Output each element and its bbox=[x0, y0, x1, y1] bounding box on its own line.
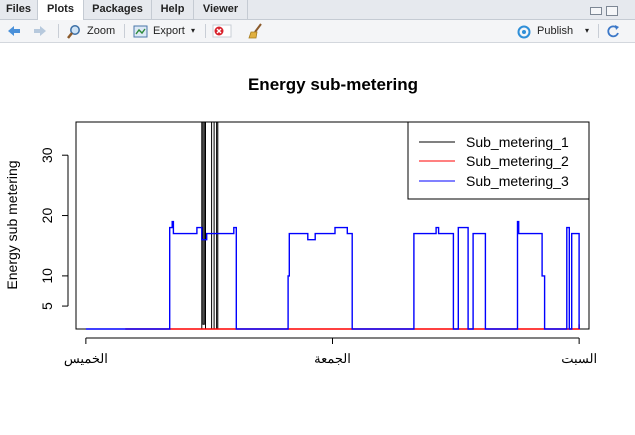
chevron-down-icon[interactable]: ▾ bbox=[585, 22, 589, 40]
toolbar-separator bbox=[124, 24, 125, 38]
chevron-down-icon: ▾ bbox=[191, 26, 196, 35]
y-tick-label: 5 bbox=[39, 302, 55, 310]
tab-packages[interactable]: Packages bbox=[84, 0, 152, 19]
plot-viewer: Energy sub-metering Energy sub metering … bbox=[0, 43, 635, 430]
legend-label-sub-metering-3: Sub_metering_3 bbox=[466, 173, 569, 189]
export-icon bbox=[133, 25, 148, 38]
maximize-pane-icon[interactable] bbox=[606, 6, 618, 16]
energy-chart: Energy sub-metering Energy sub metering … bbox=[4, 75, 597, 367]
y-axis-label: Energy sub metering bbox=[4, 160, 20, 289]
remove-plot-icon[interactable] bbox=[212, 22, 232, 40]
forward-arrow-icon[interactable] bbox=[32, 22, 48, 40]
series-line-sub-metering-3 bbox=[85, 220, 580, 330]
publish-icon bbox=[517, 25, 531, 39]
y-tick-label: 30 bbox=[39, 147, 55, 163]
y-tick-label: 10 bbox=[39, 268, 55, 284]
broom-icon[interactable] bbox=[248, 22, 264, 40]
y-axis: 5 10 20 30 bbox=[39, 147, 69, 310]
pane-tab-bar: Files Plots Packages Help Viewer bbox=[0, 0, 635, 20]
y-tick-label: 20 bbox=[39, 208, 55, 224]
x-tick-label: الجمعة bbox=[314, 351, 351, 366]
zoom-button[interactable]: Zoom bbox=[66, 22, 120, 40]
tab-help[interactable]: Help bbox=[152, 0, 194, 19]
toolbar-separator bbox=[598, 24, 599, 38]
tab-plots[interactable]: Plots bbox=[38, 0, 84, 20]
back-arrow-icon[interactable] bbox=[6, 22, 22, 40]
export-button[interactable]: Export ▾ bbox=[133, 22, 201, 40]
toolbar-separator bbox=[205, 24, 206, 38]
tab-viewer[interactable]: Viewer bbox=[194, 0, 248, 19]
toolbar-separator bbox=[58, 24, 59, 38]
publish-button[interactable]: Publish bbox=[516, 22, 590, 40]
legend: Sub_metering_1 Sub_metering_2 Sub_meteri… bbox=[407, 121, 590, 200]
chart-title: Energy sub-metering bbox=[248, 75, 418, 94]
plots-toolbar: Zoom Export ▾ Publish ▾ bbox=[0, 20, 635, 43]
x-tick-label: السبت bbox=[561, 351, 597, 366]
tab-files[interactable]: Files bbox=[0, 0, 38, 19]
legend-label-sub-metering-1: Sub_metering_1 bbox=[466, 134, 569, 150]
zoom-icon bbox=[67, 25, 80, 39]
refresh-icon[interactable] bbox=[605, 22, 621, 40]
x-axis: الخميس الجمعة السبت bbox=[64, 337, 597, 367]
x-tick-label: الخميس bbox=[64, 351, 108, 367]
legend-label-sub-metering-2: Sub_metering_2 bbox=[466, 153, 569, 169]
minimize-pane-icon[interactable] bbox=[590, 7, 602, 15]
